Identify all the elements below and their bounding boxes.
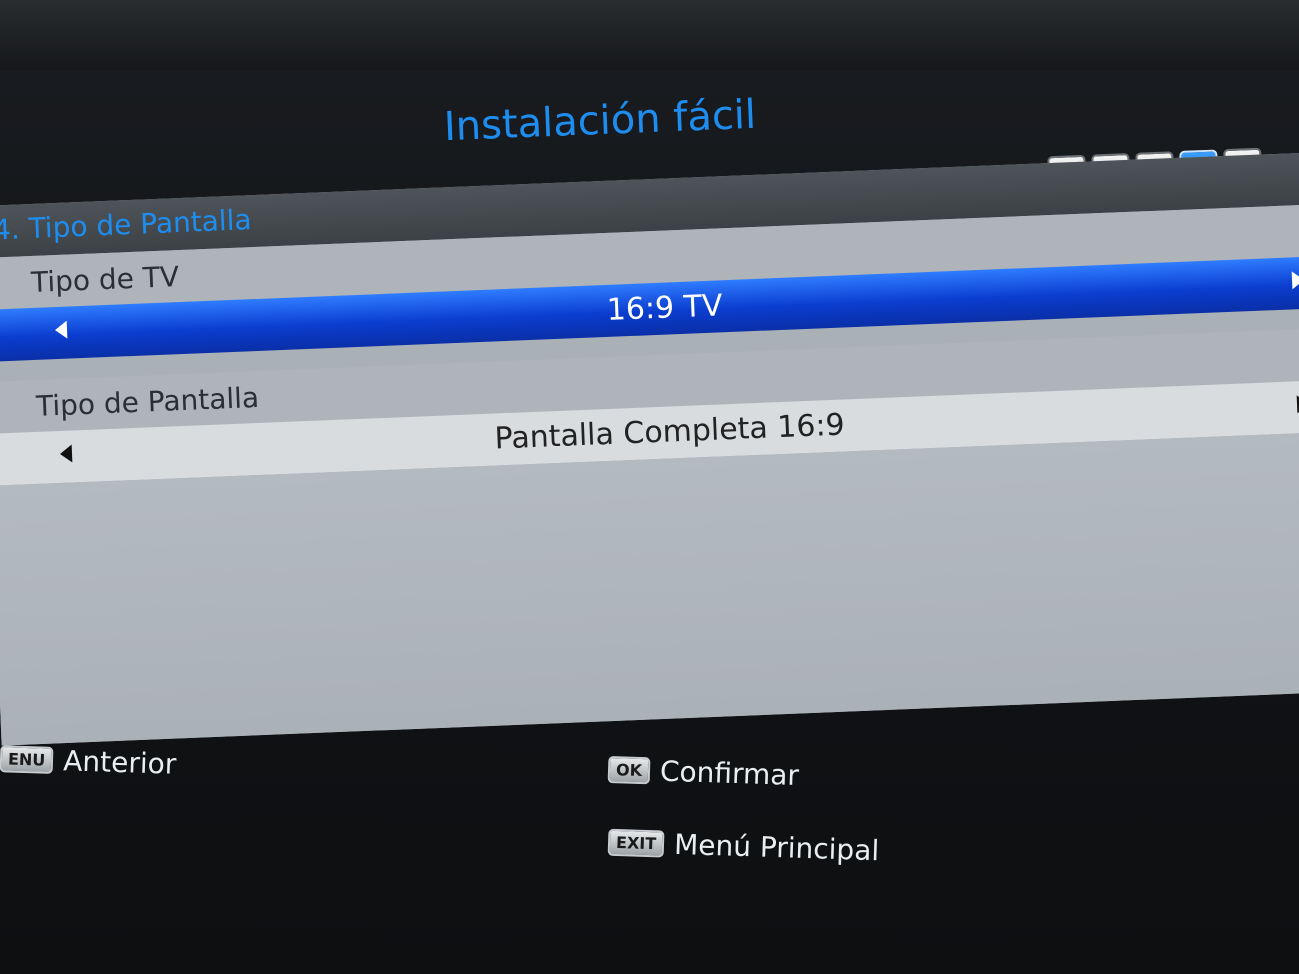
ok-key-icon: OK	[607, 756, 651, 785]
tv-type-label: Tipo de TV	[30, 260, 180, 299]
main-menu-label: Menú Principal	[673, 827, 880, 868]
back-hint[interactable]: ENU Anterior	[0, 742, 177, 781]
confirm-label: Confirmar	[659, 754, 800, 792]
confirm-hint[interactable]: OK Confirmar	[607, 753, 800, 792]
back-label: Anterior	[62, 744, 177, 781]
section-header-label: 4. Tipo de Pantalla	[0, 203, 253, 247]
settings-panel: 4. Tipo de Pantalla Tipo de TV 16:9 TV T…	[0, 151, 1299, 746]
screen-type-label: Tipo de Pantalla	[35, 380, 260, 423]
menu-key-icon: ENU	[0, 745, 54, 774]
panel-empty-area	[0, 431, 1299, 746]
bezel	[0, 0, 1299, 70]
exit-key-icon: EXIT	[607, 828, 665, 858]
arrow-right-icon[interactable]	[1291, 270, 1299, 290]
